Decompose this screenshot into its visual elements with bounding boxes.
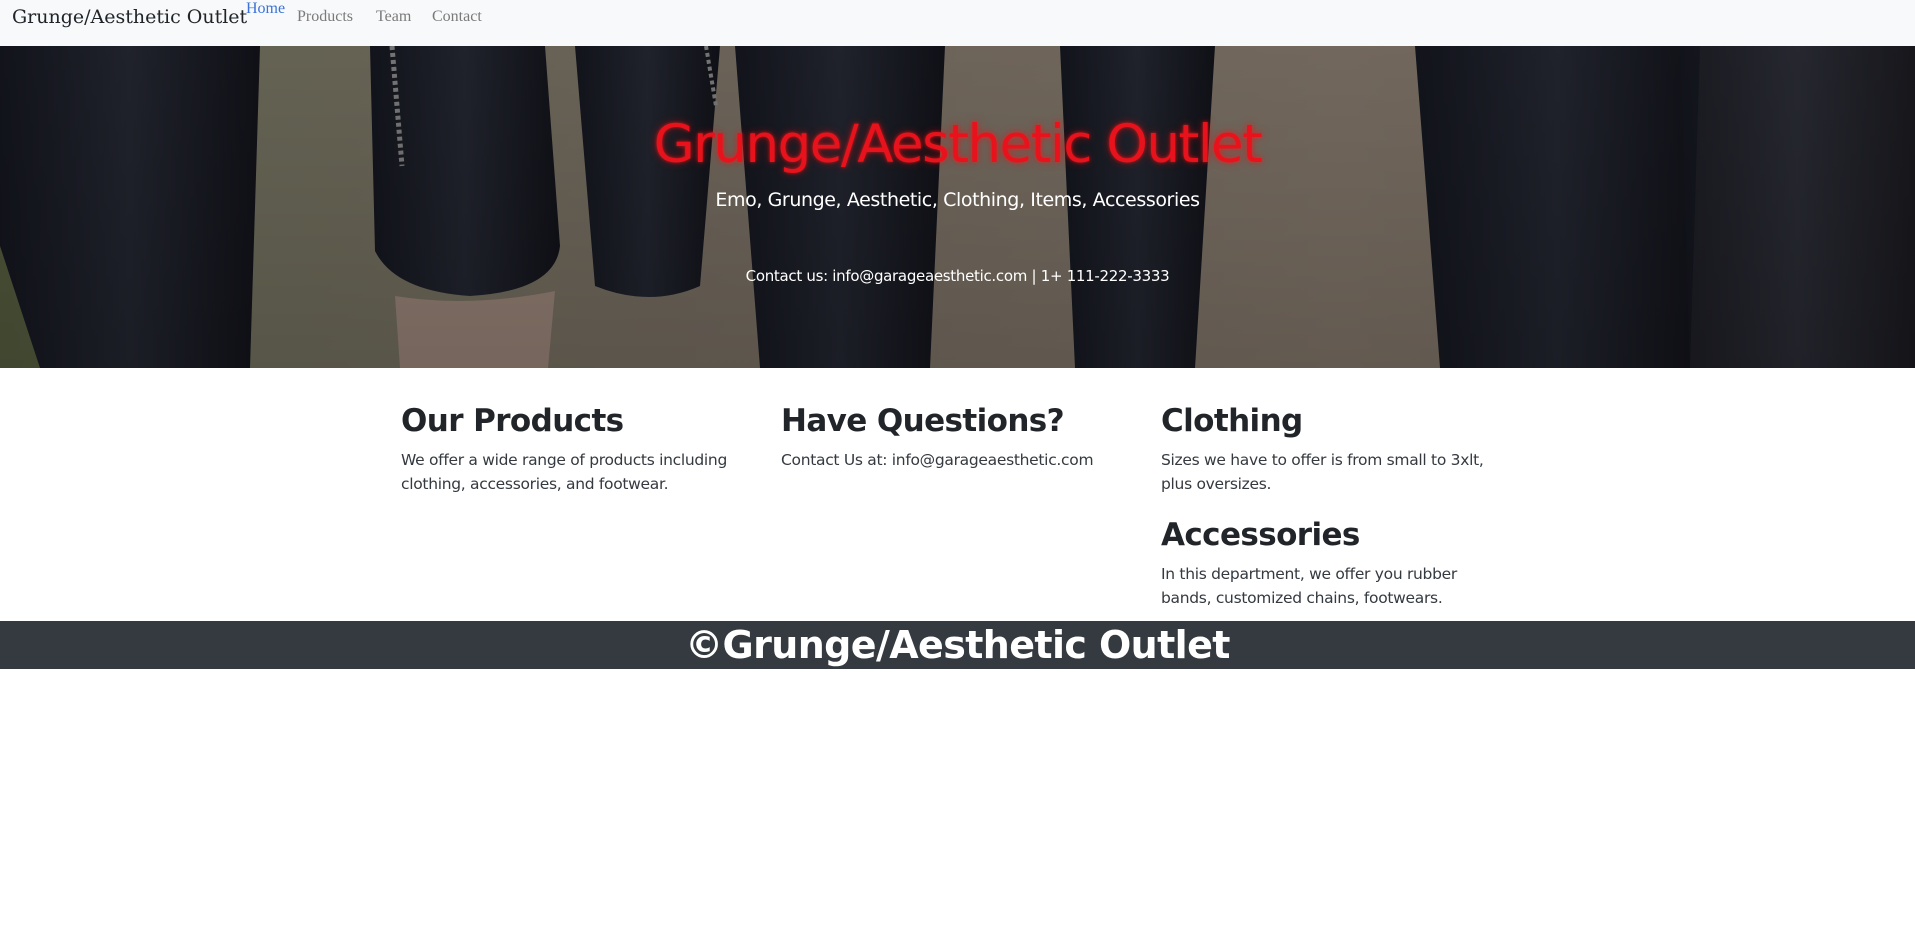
hero-banner: Grunge/Aesthetic Outlet Emo, Grunge, Aes…	[0, 46, 1915, 368]
questions-section: Have Questions? Contact Us at: info@gara…	[781, 400, 1121, 472]
hero-contact-info: Contact us: info@garageaesthetic.com | 1…	[745, 267, 1170, 285]
nav-link-team[interactable]: Team	[376, 8, 411, 26]
nav-link-contact[interactable]: Contact	[432, 8, 482, 26]
clothing-heading: Clothing	[1161, 403, 1303, 439]
questions-text: Contact Us at: info@garageaesthetic.com	[781, 451, 1094, 469]
products-section: Our Products We offer a wide range of pr…	[401, 400, 741, 496]
hero-title: Grunge/Aesthetic Outlet	[653, 114, 1263, 175]
navbar: Grunge/Aesthetic Outlet Home Products Te…	[0, 0, 1915, 46]
products-text: We offer a wide range of products includ…	[401, 451, 727, 493]
questions-heading: Have Questions?	[781, 403, 1065, 439]
footer: ©Grunge/Aesthetic Outlet	[0, 621, 1915, 669]
hero-subtitle: Emo, Grunge, Aesthetic, Clothing, Items,…	[715, 189, 1200, 211]
footer-copyright: ©Grunge/Aesthetic Outlet	[685, 623, 1230, 667]
clothing-accessories-section: Clothing Sizes we have to offer is from …	[1161, 400, 1501, 610]
accessories-heading: Accessories	[1161, 517, 1360, 553]
brand-link[interactable]: Grunge/Aesthetic Outlet	[12, 6, 247, 28]
nav-link-products[interactable]: Products	[297, 8, 353, 26]
products-heading: Our Products	[401, 403, 624, 439]
accessories-text: In this department, we offer you rubber …	[1161, 565, 1457, 607]
clothing-text: Sizes we have to offer is from small to …	[1161, 451, 1484, 493]
nav-link-home[interactable]: Home	[246, 0, 285, 18]
